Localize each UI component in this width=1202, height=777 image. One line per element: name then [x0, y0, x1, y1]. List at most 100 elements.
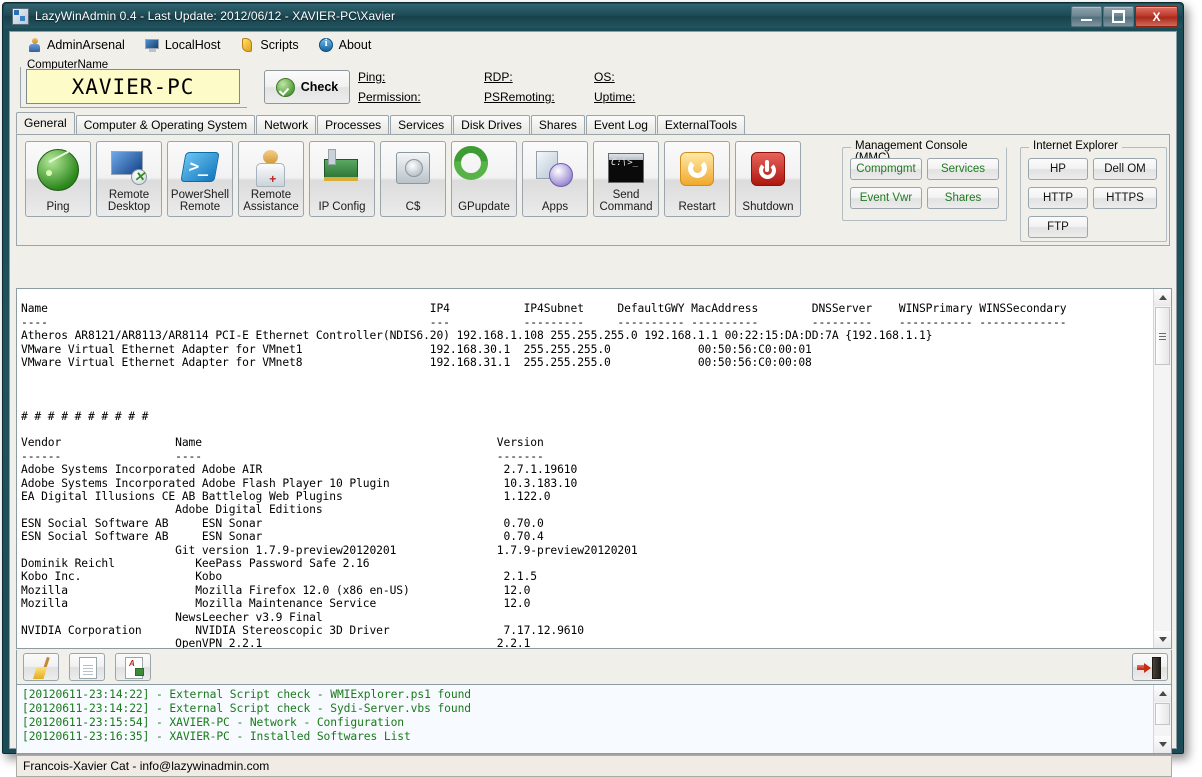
- log-scroll-thumb[interactable]: [1155, 703, 1170, 725]
- chevron-up-icon: [1158, 295, 1167, 300]
- https-button[interactable]: HTTPS: [1093, 187, 1157, 209]
- menu-bar: AdminArsenal LocalHost Scripts About: [10, 32, 1176, 58]
- menu-item-scripts[interactable]: Scripts: [231, 35, 307, 56]
- button-label: Apps: [541, 200, 569, 213]
- powershell-remote-button[interactable]: >_ PowerShell Remote: [167, 141, 233, 217]
- tab-general[interactable]: General: [16, 112, 75, 134]
- http-button[interactable]: HTTP: [1028, 187, 1088, 209]
- button-label: IP Config: [318, 200, 366, 213]
- button-label: Remote: [250, 189, 292, 201]
- minimize-button[interactable]: [1071, 6, 1102, 27]
- menu-label: AdminArsenal: [47, 38, 125, 52]
- medical-cross-icon: +: [269, 172, 277, 186]
- close-button[interactable]: X: [1135, 6, 1178, 27]
- send-command-button[interactable]: C:\>_ Send Command: [593, 141, 659, 217]
- menu-item-adminarsenal[interactable]: AdminArsenal: [18, 35, 134, 56]
- apps-cd-icon: [535, 149, 575, 189]
- log-line: [20120611-23:16:35] - XAVIER-PC - Instal…: [22, 730, 411, 743]
- link-permission[interactable]: Permission:: [358, 90, 421, 104]
- link-ping[interactable]: Ping:: [358, 70, 385, 84]
- remote-desktop-button[interactable]: ✕ Remote Desktop: [96, 141, 162, 217]
- tab-external-tools[interactable]: ExternalTools: [656, 115, 745, 134]
- log-line: [20120611-23:14:22] - External Script ch…: [22, 688, 471, 701]
- powershell-icon: >_: [180, 149, 220, 189]
- lower-toolbar: [16, 650, 1172, 684]
- clear-output-button[interactable]: [23, 653, 59, 681]
- computername-group: ComputerName XAVIER-PC Check Ping: Permi…: [18, 59, 1168, 112]
- exit-door-icon: [1152, 657, 1161, 679]
- app-window: LazyWinAdmin 0.4 - Last Update: 2012/06/…: [2, 2, 1184, 777]
- button-label: GPupdate: [458, 200, 510, 213]
- check-button-label: Check: [300, 80, 339, 94]
- status-bar-text: Francois-Xavier Cat - info@lazywinadmin.…: [23, 759, 270, 773]
- event-viewer-button[interactable]: Event Vwr: [850, 187, 922, 209]
- tab-event-log[interactable]: Event Log: [585, 115, 656, 134]
- log-scroll-up-button[interactable]: [1154, 685, 1171, 702]
- remote-desktop-icon: ✕: [109, 149, 149, 189]
- button-label-2: Assistance: [243, 200, 299, 213]
- scroll-down-button[interactable]: [1154, 631, 1171, 648]
- window-title: LazyWinAdmin 0.4 - Last Update: 2012/06/…: [35, 9, 396, 23]
- status-links: Ping: Permission: RDP: PSRemoting: OS: U…: [358, 66, 1168, 110]
- button-label: Send: [612, 189, 640, 201]
- remote-assistance-button[interactable]: + Remote Assistance: [238, 141, 304, 217]
- button-label: C$: [405, 200, 421, 213]
- maximize-button[interactable]: [1103, 6, 1134, 27]
- client-area: AdminArsenal LocalHost Scripts About Com…: [9, 31, 1177, 777]
- tab-disk-drives[interactable]: Disk Drives: [453, 115, 530, 134]
- link-os[interactable]: OS:: [594, 70, 615, 84]
- tab-shares[interactable]: Shares: [530, 115, 585, 134]
- ping-button[interactable]: Ping: [25, 141, 91, 217]
- log-scroll-down-button[interactable]: [1154, 736, 1171, 753]
- button-label: Remote: [108, 189, 150, 201]
- link-psremoting[interactable]: PSRemoting:: [484, 90, 555, 104]
- shutdown-button[interactable]: Shutdown: [735, 141, 801, 217]
- output-pane[interactable]: Name IP4 IP4Subnet DefaultGWY MacAddress…: [16, 288, 1172, 649]
- shares-button[interactable]: Shares: [927, 187, 999, 209]
- network-card-icon: [322, 149, 362, 189]
- compmgmt-button[interactable]: Compmgmt: [850, 158, 922, 180]
- export-output-button[interactable]: [115, 653, 151, 681]
- gpupdate-button[interactable]: GPupdate: [451, 141, 517, 217]
- link-rdp[interactable]: RDP:: [484, 70, 513, 84]
- tab-computer-os[interactable]: Computer & Operating System: [75, 115, 256, 134]
- log-pane[interactable]: [20120611-23:14:22] - External Script ch…: [16, 684, 1172, 754]
- exit-arrow-icon: [1137, 663, 1151, 673]
- output-scrollbar[interactable]: [1153, 289, 1171, 648]
- exit-button[interactable]: [1132, 653, 1168, 681]
- copy-output-button[interactable]: [69, 653, 105, 681]
- c-share-button[interactable]: C$: [380, 141, 446, 217]
- broom-icon: [31, 657, 53, 679]
- restart-button[interactable]: Restart: [664, 141, 730, 217]
- menu-item-localhost[interactable]: LocalHost: [136, 35, 230, 56]
- chevron-up-icon: [1158, 691, 1167, 696]
- button-label: PowerShell: [170, 189, 230, 201]
- dell-om-button[interactable]: Dell OM: [1093, 158, 1157, 180]
- ftp-button[interactable]: FTP: [1028, 216, 1088, 238]
- menu-item-about[interactable]: About: [310, 35, 381, 56]
- menu-label: LocalHost: [164, 38, 221, 52]
- button-label: Shutdown: [742, 200, 794, 213]
- app-icon: [12, 7, 29, 25]
- ip-config-button[interactable]: IP Config: [309, 141, 375, 217]
- button-label: Ping: [46, 200, 70, 213]
- services-button[interactable]: Services: [927, 158, 999, 180]
- computername-input[interactable]: XAVIER-PC: [26, 69, 240, 104]
- hp-button[interactable]: HP: [1028, 158, 1088, 180]
- mmc-group: Management Console (MMC) Compmgmt Servic…: [842, 140, 1007, 221]
- tab-network[interactable]: Network: [256, 115, 317, 134]
- scroll-up-button[interactable]: [1154, 289, 1171, 306]
- status-bar: Francois-Xavier Cat - info@lazywinadmin.…: [16, 755, 1172, 777]
- log-scrollbar[interactable]: [1153, 685, 1171, 753]
- tab-services[interactable]: Services: [390, 115, 453, 134]
- tab-processes[interactable]: Processes: [317, 115, 390, 134]
- tab-strip: General Computer & Operating System Netw…: [16, 112, 1170, 135]
- scroll-thumb[interactable]: [1155, 307, 1170, 365]
- menu-label: About: [338, 38, 372, 52]
- chevron-down-icon: [1158, 742, 1167, 747]
- info-icon: [318, 37, 334, 53]
- check-button[interactable]: Check: [264, 70, 350, 104]
- link-uptime[interactable]: Uptime:: [594, 90, 635, 104]
- apps-button[interactable]: Apps: [522, 141, 588, 217]
- script-icon: [240, 37, 255, 53]
